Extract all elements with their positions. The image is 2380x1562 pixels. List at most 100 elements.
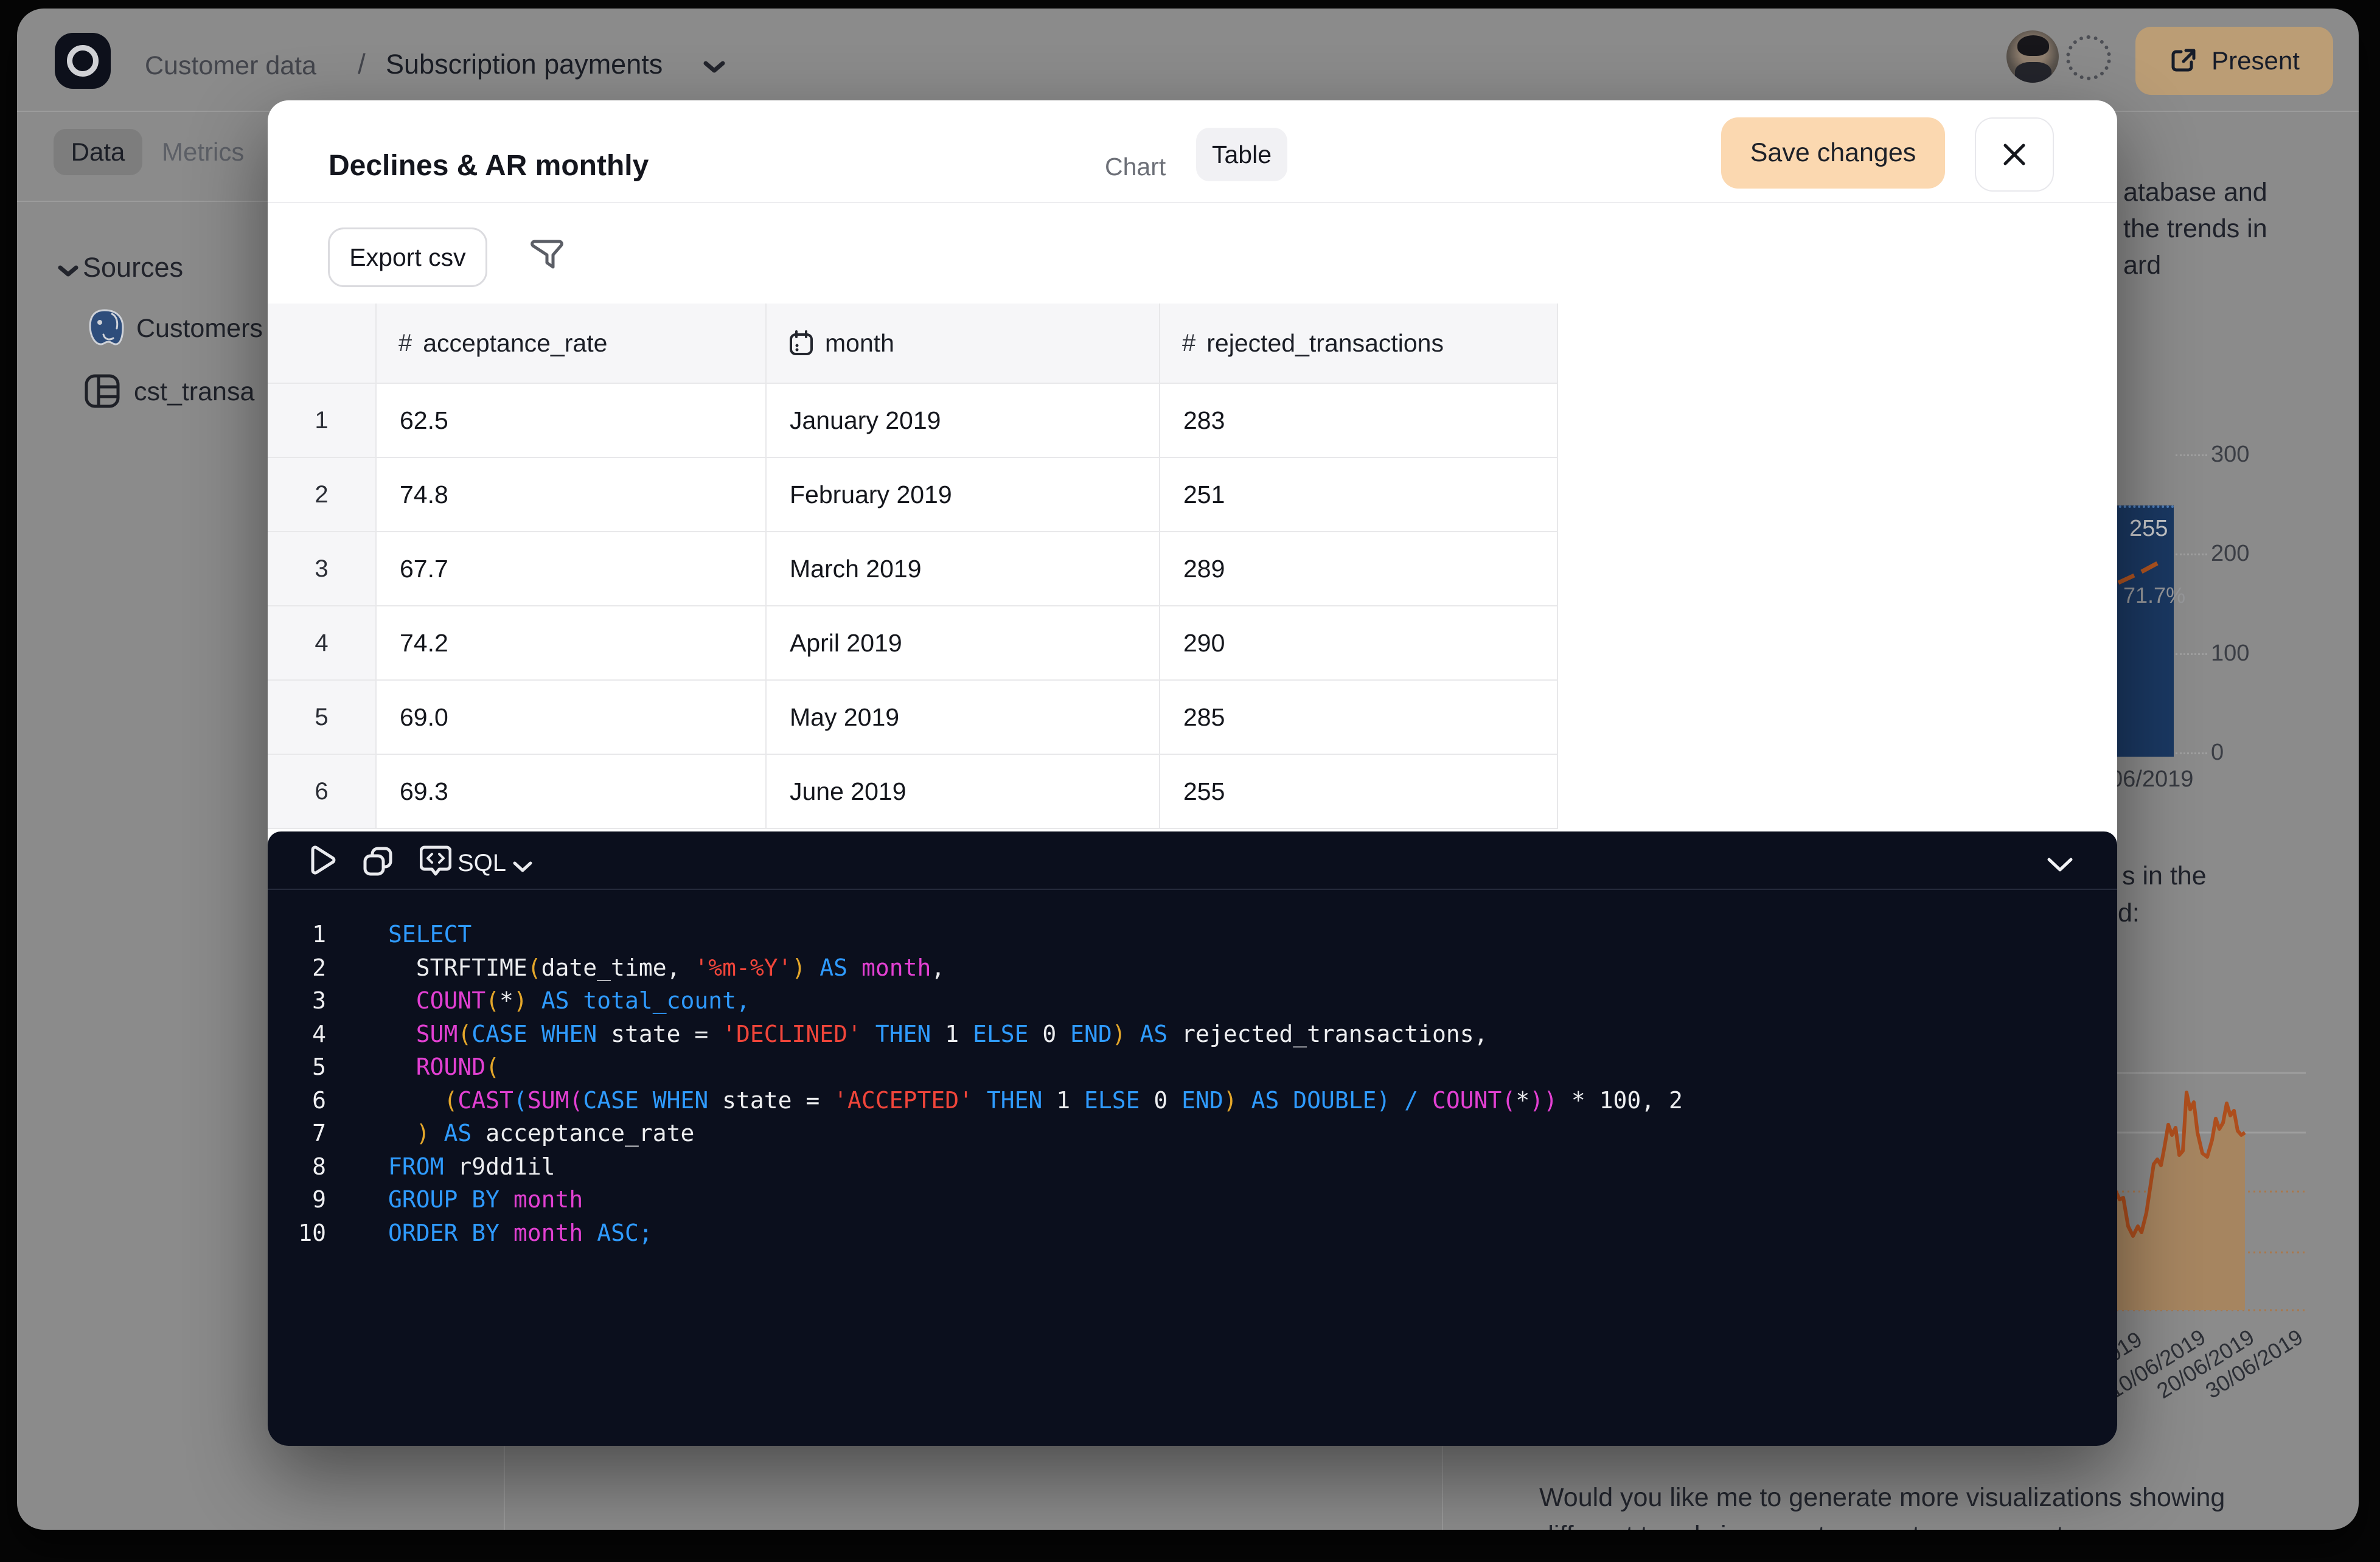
filter-icon[interactable] bbox=[530, 237, 569, 274]
line-number: 7 bbox=[268, 1117, 326, 1150]
sidebar-item-customers[interactable]: Customers bbox=[136, 314, 263, 344]
background-text-fragment: s in the bbox=[2122, 861, 2207, 891]
cell-month[interactable]: March 2019 bbox=[767, 532, 1160, 605]
cell-rejected-transactions[interactable]: 255 bbox=[1160, 755, 1558, 828]
assistant-message-line: different trends in acceptance rate, e.g… bbox=[1539, 1521, 2229, 1530]
table-body: 162.5January 2019283274.8February 201925… bbox=[268, 384, 1558, 829]
background-text-fragment: the trends in bbox=[2123, 214, 2267, 244]
view-toggle-chart[interactable]: Chart bbox=[1105, 153, 1166, 181]
table-row: 367.7March 2019289 bbox=[268, 532, 1558, 606]
cell-rejected-transactions[interactable]: 283 bbox=[1160, 384, 1558, 457]
cell-rejected-transactions[interactable]: 289 bbox=[1160, 532, 1558, 605]
sql-code-line[interactable]: 1SELECT bbox=[268, 918, 2117, 951]
background-bar bbox=[2114, 505, 2174, 757]
sidebar-tab-data[interactable]: Data bbox=[54, 129, 142, 175]
gridline bbox=[2176, 752, 2207, 754]
logo-o-icon bbox=[67, 45, 99, 77]
modal-title: Declines & AR monthly bbox=[329, 149, 649, 182]
sql-code-line[interactable]: 6 (CAST(SUM(CASE WHEN state = 'ACCEPTED'… bbox=[268, 1084, 2117, 1117]
cell-acceptance-rate[interactable]: 62.5 bbox=[377, 384, 767, 457]
external-link-icon bbox=[2169, 46, 2198, 75]
sql-code[interactable]: 1SELECT2 STRFTIME(date_time, '%m-%Y') AS… bbox=[268, 918, 2117, 1249]
copy-icon[interactable] bbox=[363, 846, 393, 876]
app-logo[interactable] bbox=[55, 33, 111, 89]
sources-chevron-down-icon[interactable] bbox=[56, 263, 80, 280]
sidebar-tab-metrics[interactable]: Metrics bbox=[162, 129, 244, 175]
cell-month[interactable]: January 2019 bbox=[767, 384, 1160, 457]
view-toggle-table[interactable]: Table bbox=[1196, 128, 1287, 181]
background-text-fragment: atabase and bbox=[2123, 178, 2267, 207]
run-query-icon[interactable] bbox=[307, 845, 336, 875]
gridline bbox=[2176, 454, 2207, 456]
cell-month[interactable]: April 2019 bbox=[767, 606, 1160, 679]
row-number: 2 bbox=[268, 458, 377, 531]
cell-acceptance-rate[interactable]: 69.3 bbox=[377, 755, 767, 828]
results-table: # acceptance_rate month # rejected_trans… bbox=[268, 304, 1558, 829]
sql-code-line[interactable]: 8FROM r9dd1il bbox=[268, 1150, 2117, 1184]
sources-section-label[interactable]: Sources bbox=[83, 252, 183, 283]
code-text: GROUP BY month bbox=[326, 1183, 583, 1217]
save-changes-button[interactable]: Save changes bbox=[1721, 117, 1945, 189]
row-number: 1 bbox=[268, 384, 377, 457]
row-number: 4 bbox=[268, 606, 377, 679]
export-csv-button[interactable]: Export csv bbox=[328, 227, 487, 287]
breadcrumb-page[interactable]: Subscription payments bbox=[386, 49, 663, 80]
table-row: 274.8February 2019251 bbox=[268, 458, 1558, 532]
sql-code-line[interactable]: 9GROUP BY month bbox=[268, 1183, 2117, 1217]
code-text: ORDER BY month ASC; bbox=[326, 1217, 653, 1250]
breadcrumb-chevron-down-icon[interactable] bbox=[701, 58, 728, 75]
code-language-icon[interactable] bbox=[420, 845, 451, 876]
x-tick-label: 06/2019 bbox=[2110, 766, 2193, 793]
calendar-icon bbox=[788, 330, 814, 356]
export-csv-label: Export csv bbox=[349, 243, 465, 272]
sidebar-item-cst-transactions[interactable]: cst_transa bbox=[134, 377, 254, 407]
cell-month[interactable]: June 2019 bbox=[767, 755, 1160, 828]
gridline bbox=[2176, 554, 2207, 555]
code-text: STRFTIME(date_time, '%m-%Y') AS month, bbox=[326, 951, 945, 985]
column-label: acceptance_rate bbox=[423, 329, 607, 358]
sql-code-line[interactable]: 7 ) AS acceptance_rate bbox=[268, 1117, 2117, 1150]
line-number: 5 bbox=[268, 1050, 326, 1084]
cell-acceptance-rate[interactable]: 74.2 bbox=[377, 606, 767, 679]
line-number: 3 bbox=[268, 984, 326, 1018]
present-label: Present bbox=[2211, 46, 2300, 75]
cell-month[interactable]: May 2019 bbox=[767, 681, 1160, 754]
line-number: 4 bbox=[268, 1018, 326, 1051]
cell-acceptance-rate[interactable]: 74.8 bbox=[377, 458, 767, 531]
cell-acceptance-rate[interactable]: 69.0 bbox=[377, 681, 767, 754]
number-type-icon: # bbox=[398, 330, 412, 357]
cell-rejected-transactions[interactable]: 290 bbox=[1160, 606, 1558, 679]
postgres-icon bbox=[85, 308, 124, 348]
query-editor-modal: Declines & AR monthly Chart Table Save c… bbox=[268, 100, 2117, 1446]
close-button[interactable] bbox=[1975, 117, 2054, 192]
table-row: 569.0May 2019285 bbox=[268, 681, 1558, 755]
row-number: 3 bbox=[268, 532, 377, 605]
sql-code-line[interactable]: 10ORDER BY month ASC; bbox=[268, 1217, 2117, 1250]
sql-toolbar-divider bbox=[268, 889, 2117, 890]
sql-code-line[interactable]: 3 COUNT(*) AS total_count, bbox=[268, 984, 2117, 1018]
present-button[interactable]: Present bbox=[2135, 27, 2333, 95]
code-text: (CAST(SUM(CASE WHEN state = 'ACCEPTED' T… bbox=[326, 1084, 1683, 1117]
breadcrumb-workspace[interactable]: Customer data bbox=[145, 51, 316, 81]
avatar[interactable] bbox=[2006, 30, 2059, 83]
column-header-acceptance-rate[interactable]: # acceptance_rate bbox=[377, 304, 767, 383]
table-header-row: # acceptance_rate month # rejected_trans… bbox=[268, 304, 1558, 384]
column-header-month[interactable]: month bbox=[767, 304, 1160, 383]
breadcrumb-separator: / bbox=[358, 47, 366, 80]
code-text: SUM(CASE WHEN state = 'DECLINED' THEN 1 … bbox=[326, 1018, 1488, 1051]
sql-code-line[interactable]: 4 SUM(CASE WHEN state = 'DECLINED' THEN … bbox=[268, 1018, 2117, 1051]
bar-value-label: 255 bbox=[2129, 516, 2168, 542]
cell-month[interactable]: February 2019 bbox=[767, 458, 1160, 531]
collapse-editor-chevron-icon[interactable] bbox=[2044, 855, 2076, 875]
sql-code-line[interactable]: 5 ROUND( bbox=[268, 1050, 2117, 1084]
cell-acceptance-rate[interactable]: 67.7 bbox=[377, 532, 767, 605]
table-source-icon bbox=[84, 372, 120, 410]
column-header-rejected-transactions[interactable]: # rejected_transactions bbox=[1160, 304, 1558, 383]
cell-rejected-transactions[interactable]: 251 bbox=[1160, 458, 1558, 531]
sql-code-line[interactable]: 2 STRFTIME(date_time, '%m-%Y') AS month, bbox=[268, 951, 2117, 985]
cell-rejected-transactions[interactable]: 285 bbox=[1160, 681, 1558, 754]
sql-language-selector[interactable]: SQL bbox=[458, 850, 506, 877]
language-chevron-down-icon[interactable] bbox=[511, 859, 534, 875]
code-text: FROM r9dd1il bbox=[326, 1150, 555, 1184]
close-icon bbox=[2000, 141, 2028, 168]
